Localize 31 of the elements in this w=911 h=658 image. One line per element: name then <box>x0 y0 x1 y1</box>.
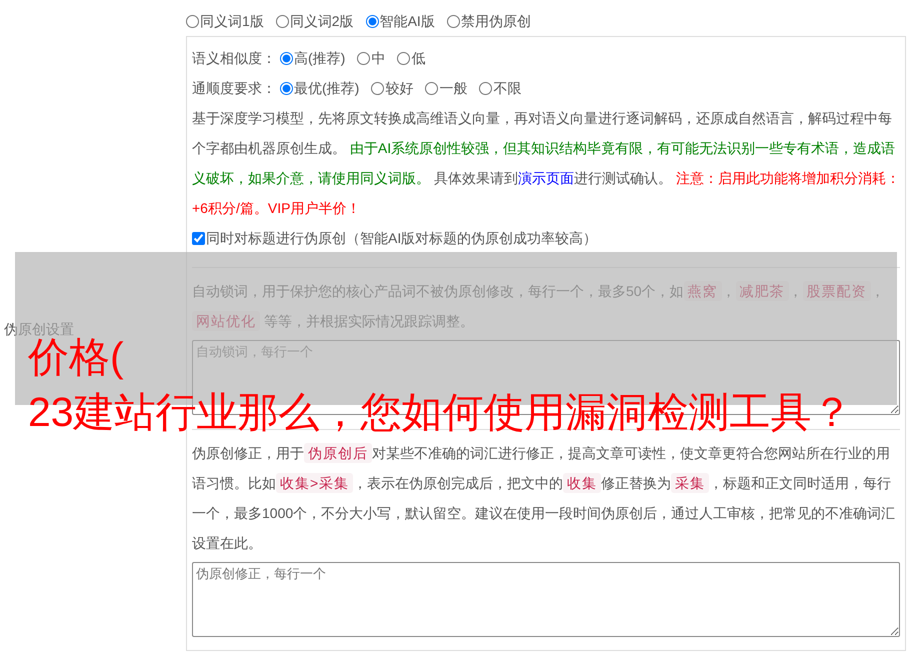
option-label: 禁用伪原创 <box>460 12 531 31</box>
option-label: 较好 <box>385 79 414 98</box>
corrections-field[interactable]: 伪原创修正，每行一个 <box>192 562 900 637</box>
option-label: 低 <box>411 49 426 68</box>
option-label: 智能AI版 <box>380 12 435 31</box>
radio-button[interactable] <box>479 82 492 94</box>
radio-button[interactable] <box>366 14 379 28</box>
checkbox-label: 同时对标题进行伪原创（智能AI版对标题的伪原创成功率较高） <box>206 229 598 248</box>
option-label: 最优(推荐) <box>294 79 360 98</box>
lock-words-description: 自动锁词，用于保护您的核心产品词不被伪原创修改，每行一个，最多50个，如 燕窝 ， 减肥茶 ， 股票配资 ， 网站优化 等等，并根据实际情况跟踪调整。 <box>192 280 886 333</box>
option-label: 不限 <box>493 79 522 98</box>
option-label: 中 <box>371 49 386 68</box>
radio-button[interactable] <box>280 52 293 64</box>
demo-page-link[interactable]: 演示页面 <box>518 170 574 186</box>
setting-label: 语义相似度： <box>192 49 276 68</box>
radio-button[interactable] <box>357 52 370 64</box>
option-label: 一般 <box>439 79 468 98</box>
radio-button[interactable] <box>425 82 438 94</box>
radio-button[interactable] <box>397 52 410 64</box>
radio-button[interactable] <box>186 14 199 28</box>
radio-button[interactable] <box>446 14 460 28</box>
corrections-description: 伪原创修正，用于 伪原创后 对某些不准确的词汇进行修正，提高文章可读性，使文章更符合您网站所在行业的用语习惯。比如 收集>采集 ，表示在伪原创完成后，把文中的 收集 修正替换为 采集 ，标题和正文同时适用，每行一个，最多1000个，不分大小写，默认留空。建议在使用一段时间伪原创后，通过人工审核，把常见的不准确词汇设置在此。 <box>192 442 896 553</box>
option-label: 同义词1版 <box>200 12 264 31</box>
setting-label: 通顺度要求： <box>192 79 276 98</box>
radio-button[interactable] <box>371 82 384 94</box>
ai-description: 基于深度学习模型，先将原文转换成高维语义向量，再对语义向量进行逐词解码，还原成自然语言，解码过程中每个字都由机器原创生成。 由于AI系统原创性较强，但其知识结构毕竟有限，有可能无法识别一些专有术语，造成语义破坏，如果介意，请使用同义词版。 具体效果请到演示页面进行测试确认。 注意：启用此功能将增加积分消耗：+6积分/篇。VIP用户半价！ <box>192 109 900 218</box>
option-label: 高(推荐) <box>294 49 346 68</box>
option-label: 同义词2版 <box>290 12 354 31</box>
radio-button[interactable] <box>280 82 293 94</box>
radio-button[interactable] <box>276 14 289 28</box>
checkbox[interactable] <box>192 232 205 244</box>
